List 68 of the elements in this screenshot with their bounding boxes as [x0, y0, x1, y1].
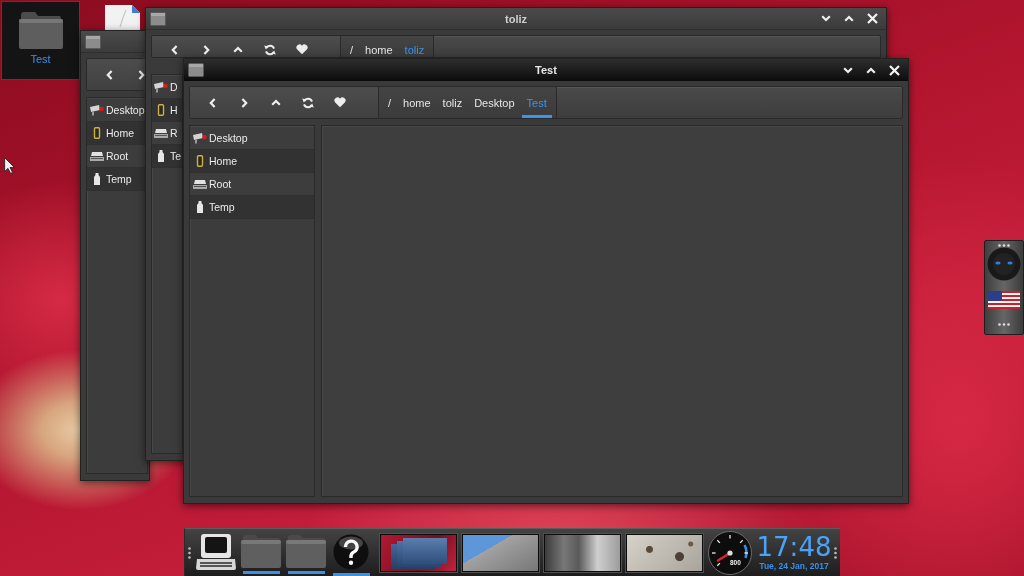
sidebar-item[interactable]: Home	[190, 150, 314, 173]
folder-icon	[150, 11, 166, 26]
pointer-icon	[4, 157, 15, 174]
heart-icon	[334, 97, 346, 108]
chevron-up-icon	[271, 99, 281, 106]
sidebar-item[interactable]: R	[152, 122, 182, 145]
close-icon	[866, 13, 878, 24]
clock-date: Tue, 24 Jan, 2017	[759, 561, 829, 572]
chevron-up-icon	[844, 15, 854, 22]
sidebar-item[interactable]: Root	[87, 145, 147, 168]
workspace-thumbnail[interactable]	[462, 533, 539, 572]
desktop-icon[interactable]: Test	[1, 1, 80, 80]
sidebar-item[interactable]: Temp	[190, 196, 314, 219]
sidebar-item[interactable]: Temp	[87, 168, 147, 191]
chevron-down-icon	[843, 66, 853, 74]
breadcrumb-button[interactable]: /	[345, 42, 359, 57]
flag-icon	[988, 291, 1020, 309]
refresh-icon	[264, 43, 276, 56]
camera-icon	[193, 132, 207, 144]
sidebar-item[interactable]: Root	[190, 173, 314, 196]
folder-icon	[286, 533, 326, 568]
workspace-thumbnail[interactable]	[626, 533, 703, 572]
close-icon	[888, 64, 900, 76]
grip-icon[interactable]	[188, 546, 191, 559]
grip-icon[interactable]	[834, 546, 837, 559]
document-icon[interactable]	[105, 5, 140, 30]
chevron-right-icon	[240, 97, 248, 108]
camera-icon	[90, 104, 104, 116]
workspace-thumbnail[interactable]	[380, 533, 457, 572]
speedometer-icon	[708, 530, 752, 575]
refresh-icon	[302, 96, 314, 109]
sidebar-item[interactable]: Te	[152, 145, 182, 168]
sidebar-item[interactable]: Desktop	[190, 127, 314, 150]
window-title: Test	[535, 64, 557, 76]
breadcrumb-button[interactable]: Desktop	[469, 87, 520, 118]
drive-icon	[154, 127, 168, 139]
grip-icon[interactable]	[998, 323, 1010, 326]
drive-icon	[193, 178, 207, 190]
chevron-left-icon	[170, 44, 178, 55]
chevron-down-icon	[821, 15, 831, 22]
eyes-icon	[987, 247, 1021, 281]
breadcrumb-button[interactable]: /	[383, 87, 397, 118]
chevron-up-icon	[866, 66, 876, 74]
drive-icon	[90, 150, 104, 162]
grip-icon[interactable]	[998, 244, 1010, 247]
help-icon	[333, 533, 369, 570]
workspace-thumbnail[interactable]	[544, 533, 621, 572]
chevron-right-icon	[202, 44, 210, 55]
breadcrumb-button[interactable]: home	[398, 87, 436, 118]
folder-icon	[18, 11, 63, 49]
clock-time: 17:48	[756, 533, 832, 561]
computer-icon	[196, 533, 236, 570]
sidebar-item[interactable]: Desktop	[87, 99, 147, 122]
chevron-right-icon	[137, 69, 145, 80]
chevron-left-icon	[208, 97, 216, 108]
chevron-up-icon	[233, 46, 243, 53]
heart-icon	[296, 44, 308, 55]
folder-icon	[241, 533, 281, 568]
chevron-left-icon	[105, 69, 113, 80]
window-title: toliz	[505, 12, 527, 25]
folder-icon	[188, 63, 204, 77]
breadcrumb-button[interactable]: home	[360, 42, 398, 57]
sidebar-item[interactable]: Home	[87, 122, 147, 145]
sidebar-item[interactable]: H	[152, 99, 182, 122]
camera-icon	[154, 81, 168, 93]
sidebar-item[interactable]: D	[152, 76, 182, 99]
breadcrumb-button[interactable]: toliz	[437, 87, 468, 118]
folder-icon	[85, 34, 101, 49]
